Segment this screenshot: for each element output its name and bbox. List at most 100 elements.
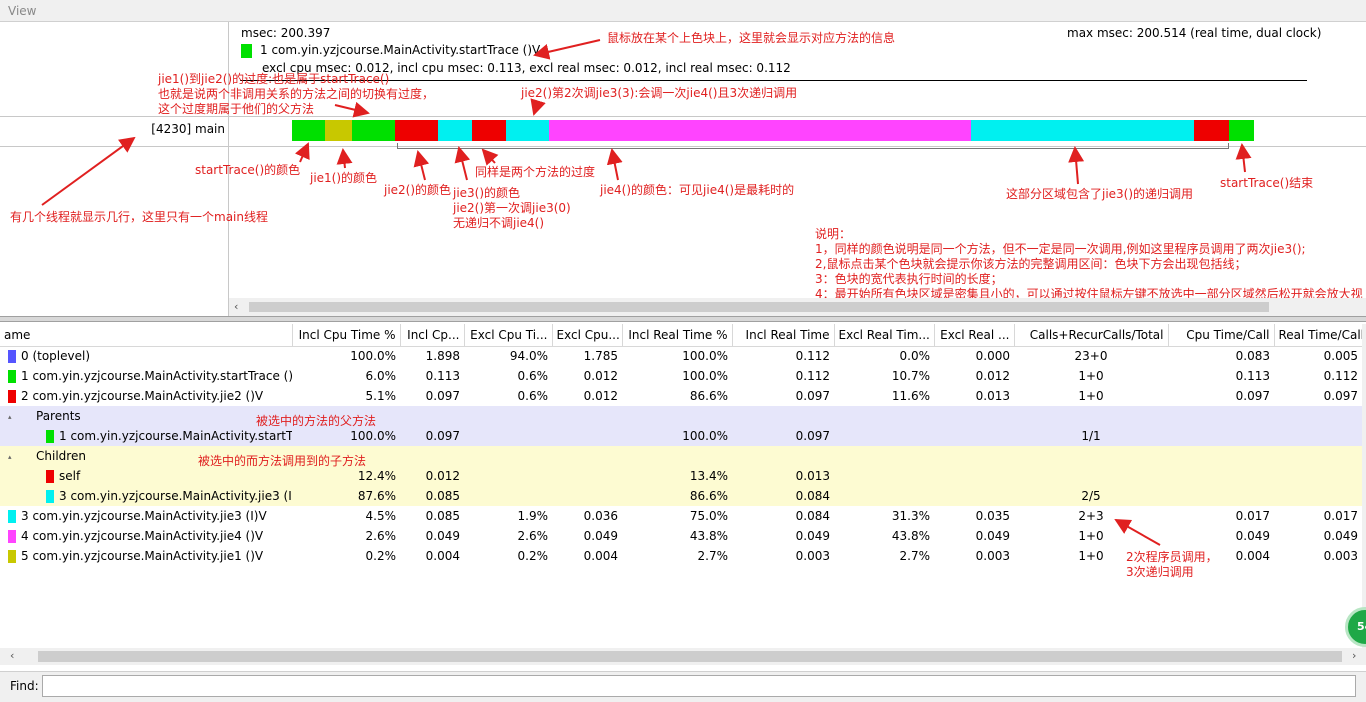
method-name-cell: 2 com.yin.yzjcourse.MainActivity.jie2 ()… xyxy=(0,386,292,406)
column-header[interactable]: Excl Cpu... xyxy=(552,324,623,347)
table-cell xyxy=(934,446,1014,466)
timeline-segment-jie3[interactable] xyxy=(438,120,472,141)
table-row[interactable]: 0 (toplevel) 100.0% 1.898 94.0% 1.785 100.0% 0… xyxy=(0,346,1362,366)
expand-toggle-icon[interactable]: ▴ xyxy=(8,413,18,421)
column-header[interactable]: Excl Real Tim... xyxy=(834,324,935,347)
timeline-segment-jie2[interactable] xyxy=(1194,120,1229,141)
table-cell: 0.2% xyxy=(365,549,397,563)
table-scrollbar[interactable]: ‹ › xyxy=(0,648,1366,665)
column-header[interactable]: Cpu Time/Call xyxy=(1168,324,1275,347)
table-row[interactable]: 1 com.yin.yzjcourse.MainActivity.startTr… xyxy=(0,426,1362,446)
table-cell xyxy=(1274,466,1362,486)
table-cell xyxy=(1168,406,1274,426)
table-vertical-scrollbar[interactable] xyxy=(1362,324,1366,648)
table-cell: 0.004 xyxy=(583,549,618,563)
table-cell xyxy=(834,406,934,426)
pane-splitter[interactable] xyxy=(0,316,1366,322)
table-scroll-right-icon[interactable]: › xyxy=(1352,649,1356,662)
annotation-transition-2: 也就是说两个非调用关系的方法之间的切换有过度， xyxy=(158,87,435,101)
column-header[interactable]: Incl Real Time % xyxy=(622,324,733,347)
table-cell: 0.049 xyxy=(425,529,460,543)
timeline-segment-jie4[interactable] xyxy=(549,120,971,141)
hover-method: 1 com.yin.yzjcourse.MainActivity.startTr… xyxy=(241,43,540,58)
table-cell: 0.049 xyxy=(795,529,830,543)
table-cell: 1+0 xyxy=(1078,389,1104,403)
timeline-segment-jie2[interactable] xyxy=(395,120,438,141)
table-cell: 1.898 xyxy=(425,349,460,364)
note-line: 1，同样的颜色说明是同一个方法，但不一定是同一次调用,例如这里程序员调用了两次j… xyxy=(815,242,1306,256)
annotation-jie3-color-2: jie2()第一次调jie3(0) xyxy=(453,201,571,215)
method-name-cell: self xyxy=(0,466,292,486)
timeline-segment-jie1[interactable] xyxy=(325,120,352,141)
menu-bar: View xyxy=(0,0,1366,22)
table-cell xyxy=(1168,426,1274,446)
annotation-starttrace-color: startTrace()的颜色 xyxy=(195,163,301,177)
table-row[interactable]: 1 com.yin.yzjcourse.MainActivity.startTr… xyxy=(0,366,1362,386)
column-header[interactable]: Real Time/Call xyxy=(1274,324,1363,347)
column-header[interactable]: Calls+RecurCalls/Total xyxy=(1014,324,1169,347)
annotation-transition-1: jie1()到jie2()的过度:也是属于startTrace() xyxy=(158,72,390,86)
annotation-jie3-color-1: jie3()的颜色 xyxy=(453,186,521,200)
column-header[interactable]: Excl Real ... xyxy=(934,324,1015,347)
table-cell: 0.049 xyxy=(975,529,1010,543)
table-cell xyxy=(464,426,552,446)
table-scrollbar-thumb[interactable] xyxy=(38,651,1342,662)
table-cell: 0.112 xyxy=(795,369,830,383)
method-name-cell: 1 com.yin.yzjcourse.MainActivity.startTr… xyxy=(0,426,292,446)
table-scroll-left-icon[interactable]: ‹ xyxy=(10,649,14,662)
table-row[interactable]: 3 com.yin.yzjcourse.MainActivity.jie3 (I… xyxy=(0,486,1362,506)
annotation-hover: 鼠标放在某个上色块上，这里就会显示对应方法的信息 xyxy=(607,31,896,45)
column-header[interactable]: Incl Real Time xyxy=(732,324,835,347)
table-cell xyxy=(552,446,622,466)
timeline-segment-jie3[interactable] xyxy=(506,120,549,141)
method-color-swatch xyxy=(8,530,16,543)
table-cell: 43.8% xyxy=(689,529,728,543)
timeline-scrollbar-thumb[interactable] xyxy=(249,302,1269,312)
table-group-row[interactable]: ▴ Parents xyxy=(0,406,1362,426)
timeline-segment-startTrace[interactable] xyxy=(352,120,395,141)
table-cell: 0.013 xyxy=(732,466,834,486)
group-label: Children xyxy=(36,449,86,463)
table-cell xyxy=(1274,406,1362,426)
column-header[interactable]: Incl Cp... xyxy=(400,324,465,347)
table-row[interactable]: 3 com.yin.yzjcourse.MainActivity.jie3 (I… xyxy=(0,506,1362,526)
scroll-left-icon[interactable]: ‹ xyxy=(234,300,238,313)
table-cell xyxy=(1014,466,1168,486)
method-name: 5 com.yin.yzjcourse.MainActivity.jie1 ()… xyxy=(21,549,264,563)
table-cell: 0.0% xyxy=(899,349,931,364)
table-cell: 0.085 xyxy=(400,486,464,506)
table-row[interactable]: 2 com.yin.yzjcourse.MainActivity.jie2 ()… xyxy=(0,386,1362,406)
timeline-segment-jie2[interactable] xyxy=(472,120,506,141)
annotation-jie2-color: jie2()的颜色 xyxy=(384,183,452,197)
note-line: 3：色块的宽代表执行时间的长度； xyxy=(815,272,1003,286)
call-range-bracket xyxy=(397,143,1229,149)
table-cell xyxy=(464,446,552,466)
expand-toggle-icon[interactable]: ▴ xyxy=(8,453,18,461)
table-cell: 0.084 xyxy=(795,509,830,523)
table-cell xyxy=(622,406,732,426)
floating-badge[interactable]: 54 xyxy=(1345,607,1366,647)
timeline-segment-jie3[interactable] xyxy=(971,120,1194,141)
column-header[interactable]: Excl Cpu Ti... xyxy=(464,324,553,347)
table-row[interactable]: 4 com.yin.yzjcourse.MainActivity.jie4 ()… xyxy=(0,526,1362,546)
table-cell: 100.0% xyxy=(682,349,728,364)
table-cell: 0.003 xyxy=(975,549,1010,563)
find-input[interactable] xyxy=(42,675,1356,697)
column-header[interactable]: ame xyxy=(0,324,293,347)
table-cell: 0.097 xyxy=(1323,389,1358,403)
table-cell xyxy=(464,406,552,426)
method-color-swatch xyxy=(8,550,16,563)
table-cell: 0.097 xyxy=(795,389,830,403)
table-cell xyxy=(732,406,834,426)
method-color-swatch xyxy=(241,43,252,58)
timeline-scrollbar[interactable]: ‹ xyxy=(229,298,1366,316)
table-cell: 2.6% xyxy=(365,529,397,543)
menu-view[interactable]: View xyxy=(8,4,36,18)
table-cell xyxy=(400,406,464,426)
method-color-swatch xyxy=(46,430,54,443)
timeline-segment-startTrace[interactable] xyxy=(1229,120,1254,141)
table-cell: 0.084 xyxy=(732,486,834,506)
timeline-segment-startTrace[interactable] xyxy=(292,120,325,141)
table-row[interactable]: self 12.4% 0.012 13.4% 0.013 xyxy=(0,466,1362,486)
column-header[interactable]: Incl Cpu Time % xyxy=(292,324,401,347)
